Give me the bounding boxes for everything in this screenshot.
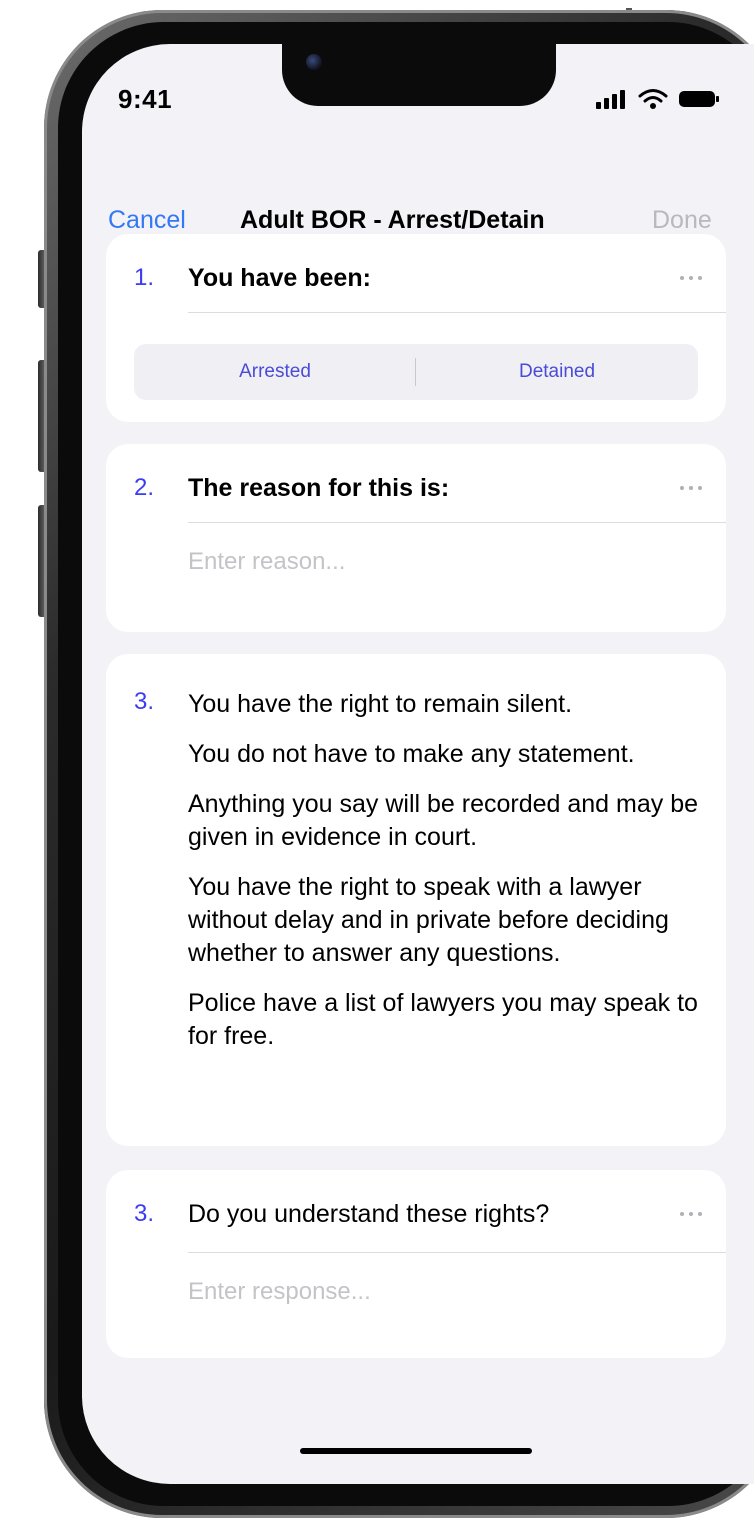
status-time: 9:41 (118, 84, 173, 114)
notch (282, 44, 556, 106)
cancel-button[interactable]: Cancel (108, 206, 186, 235)
question-number: 2. (134, 474, 155, 501)
battery-icon (679, 91, 719, 107)
status-icons (594, 84, 720, 114)
rights-paragraph: You do not have to make any statement. (188, 740, 635, 768)
question-card-understand: 3. Do you understand these rights? (106, 1170, 726, 1358)
divider (188, 1252, 726, 1253)
rights-paragraph: Anything you say will be recorded and ma… (188, 790, 699, 851)
question-card-reason: 2. The reason for this is: (106, 444, 726, 632)
segment-detained[interactable]: Detained (416, 344, 698, 400)
rights-statement-card: 3. You have the right to remain silent. … (106, 654, 726, 1146)
rights-paragraph: You have the right to remain silent. (188, 690, 573, 718)
more-options-icon[interactable] (678, 484, 704, 492)
question-number: 3. (134, 1200, 155, 1227)
signal-icon (596, 90, 625, 109)
done-button[interactable]: Done (652, 206, 712, 235)
camera-icon (306, 54, 322, 70)
question-label: You have been: (188, 264, 371, 292)
rights-statement: You have the right to remain silent. You… (188, 688, 708, 1070)
divider (188, 312, 726, 313)
question-card-arrest-status: 1. You have been: Arrested Detained (106, 234, 726, 422)
more-options-icon[interactable] (678, 274, 704, 282)
divider (188, 522, 726, 523)
rights-paragraph: Police have a list of lawyers you may sp… (188, 989, 698, 1050)
question-label: Do you understand these rights? (188, 1200, 550, 1228)
question-number: 3. (134, 688, 155, 715)
segment-arrested[interactable]: Arrested (134, 344, 416, 400)
phone-screen: 9:41 Cancel Adult BOR - Arrest/Detain Do… (82, 44, 754, 1484)
device-mockup: 9:41 Cancel Adult BOR - Arrest/Detain Do… (0, 0, 754, 1523)
page-title: Adult BOR - Arrest/Detain (240, 206, 545, 234)
question-label: The reason for this is: (188, 474, 450, 502)
rights-paragraph: You have the right to speak with a lawye… (188, 873, 669, 967)
question-number: 1. (134, 264, 155, 291)
arrest-detain-segmented-control: Arrested Detained (134, 344, 698, 400)
reason-input[interactable] (188, 542, 688, 582)
more-options-icon[interactable] (678, 1210, 704, 1218)
home-indicator[interactable] (300, 1448, 532, 1454)
response-input[interactable] (188, 1272, 688, 1312)
wifi-icon (638, 89, 668, 109)
